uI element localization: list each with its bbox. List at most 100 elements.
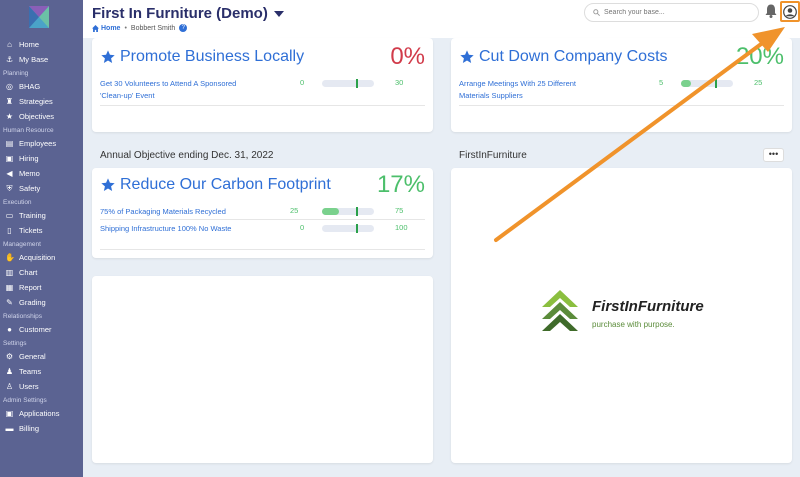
search-box[interactable]: [584, 3, 759, 22]
sidebar-item-label: Home: [19, 40, 40, 49]
search-input[interactable]: [604, 9, 754, 16]
key-result-row[interactable]: Get 30 Volunteers to Attend A Sponsored …: [100, 78, 425, 106]
help-icon[interactable]: ?: [179, 24, 188, 32]
chalkboard-icon: ▭: [5, 211, 14, 220]
sidebar-section-label: Execution: [3, 198, 32, 206]
objective-card-promote: Promote Business Locally 0% Get 30 Volun…: [92, 38, 433, 132]
sidebar-item-label: Billing: [19, 424, 40, 433]
sidebar: ⌂ Home ⚓ My Base Planning ◎ BHAG ♜ Strategies ★ Ob…: [0, 0, 83, 477]
top-header: First In Furniture (Demo) Home • Bobbert…: [83, 0, 800, 38]
key-result-progress-bar: [322, 79, 374, 88]
sidebar-item-grading[interactable]: ✎ Grading: [0, 295, 83, 310]
sidebar-section-label: Relationships: [3, 312, 43, 320]
sidebar-item-label: Chart: [19, 268, 38, 277]
key-result-row[interactable]: Arrange Meetings With 25 Different Mater…: [459, 78, 784, 106]
team-icon: ♟: [5, 367, 14, 376]
sidebar-item-hiring[interactable]: ▣ Hiring: [0, 151, 83, 166]
shield-icon: ⛨: [6, 184, 13, 193]
objective-card-carbon: Reduce Our Carbon Footprint 17% 75% of P…: [92, 168, 433, 258]
key-result-start: 0: [300, 78, 305, 87]
objective-title[interactable]: Cut Down Company Costs: [459, 48, 668, 66]
document-icon: ▯: [7, 226, 12, 235]
sidebar-nav: ⌂ Home ⚓ My Base Planning ◎ BHAG ♜ Strategies ★ Ob…: [0, 37, 83, 436]
key-result-row[interactable]: 75% of Packaging Materials Recycled 25 7…: [100, 206, 425, 220]
sidebar-item-label: Hiring: [19, 154, 39, 163]
sidebar-item-label: Objectives: [19, 112, 55, 121]
progress-fill: [681, 80, 692, 87]
progress-fill: [322, 208, 340, 215]
id-card-icon: ▤: [5, 139, 14, 148]
key-result-label[interactable]: Arrange Meetings With 25 Different Mater…: [459, 78, 599, 102]
report-icon: ▦: [5, 283, 14, 292]
sidebar-item-users[interactable]: ♙ Users: [0, 379, 83, 394]
key-result-label[interactable]: Get 30 Volunteers to Attend A Sponsored …: [100, 78, 240, 102]
sidebar-section-label: Admin Settings: [3, 396, 47, 404]
sidebar-item-customer[interactable]: ● Customer: [0, 322, 83, 337]
key-result-row[interactable]: Shipping Infrastructure 100% No Waste 0 …: [100, 223, 425, 250]
objective-title-text: Promote Business Locally: [120, 48, 305, 65]
key-result-progress-bar: [322, 207, 374, 216]
brand-name: FirstInFurniture: [592, 298, 704, 315]
key-result-label[interactable]: 75% of Packaging Materials Recycled: [100, 206, 290, 218]
brand-logo-icon: [542, 290, 578, 331]
sidebar-item-teams[interactable]: ♟ Teams: [0, 364, 83, 379]
comment-icon: ●: [7, 325, 12, 334]
star-icon: [460, 50, 474, 63]
sidebar-section-label: Planning: [3, 69, 29, 77]
sidebar-item-tickets[interactable]: ▯ Tickets: [0, 223, 83, 238]
chevron-down-icon[interactable]: [273, 10, 284, 17]
objective-title-text: Reduce Our Carbon Footprint: [120, 176, 331, 193]
key-result-target: 100: [395, 223, 408, 232]
clipboard-icon: ▥: [5, 268, 14, 277]
objective-percent: 20%: [735, 43, 784, 70]
sidebar-item-label: Report: [19, 283, 42, 292]
sidebar-item-training[interactable]: ▭ Training: [0, 208, 83, 223]
sidebar-item-report[interactable]: ▦ Report: [0, 280, 83, 295]
progress-marker: [356, 224, 358, 233]
sidebar-item-label: Tickets: [19, 226, 43, 235]
sidebar-item-bhag[interactable]: ◎ BHAG: [0, 79, 83, 94]
sidebar-item-label: Memo: [19, 169, 40, 178]
sidebar-item-strategies[interactable]: ♜ Strategies: [0, 94, 83, 109]
objective-percent: 17%: [376, 171, 425, 198]
sidebar-item-label: Safety: [19, 184, 41, 193]
sidebar-section-label: Management: [3, 240, 41, 248]
objective-percent: 0%: [390, 43, 425, 70]
sidebar-item-home[interactable]: ⌂ Home: [0, 37, 83, 52]
breadcrumb-home-link[interactable]: Home: [101, 25, 120, 32]
app-logo-icon[interactable]: [29, 6, 49, 28]
bell-icon[interactable]: [765, 4, 777, 18]
sidebar-item-general[interactable]: ⚙ General: [0, 349, 83, 364]
user-avatar-button[interactable]: [780, 1, 800, 22]
objective-title[interactable]: Reduce Our Carbon Footprint: [100, 176, 331, 194]
objective-title[interactable]: Promote Business Locally: [100, 48, 304, 66]
sidebar-item-billing[interactable]: ▬ Billing: [0, 421, 83, 436]
sidebar-item-label: BHAG: [19, 82, 41, 91]
sidebar-item-label: Grading: [19, 298, 46, 307]
sidebar-item-safety[interactable]: ⛨ Safety: [0, 181, 83, 196]
key-result-label[interactable]: Shipping Infrastructure 100% No Waste: [100, 223, 240, 235]
sidebar-item-label: General: [19, 352, 46, 361]
more-options-button[interactable]: •••: [763, 148, 784, 162]
pen-icon: ✎: [6, 298, 13, 307]
sidebar-item-chart[interactable]: ▥ Chart: [0, 265, 83, 280]
objective-card-costs: Cut Down Company Costs 20% Arrange Meeti…: [451, 38, 792, 132]
annual-objective-label: Annual Objective ending Dec. 31, 2022: [100, 150, 274, 161]
sidebar-item-objectives[interactable]: ★ Objectives: [0, 109, 83, 124]
home-icon: ⌂: [7, 40, 12, 49]
sidebar-item-applications[interactable]: ▣ Applications: [0, 406, 83, 421]
sidebar-item-label: Acquisition: [19, 253, 56, 262]
sidebar-item-my-base[interactable]: ⚓ My Base: [0, 52, 83, 67]
user-avatar-icon: [783, 4, 797, 19]
page-title[interactable]: First In Furniture (Demo): [92, 5, 284, 22]
search-icon: [593, 9, 600, 16]
company-card-title: FirstInFurniture: [459, 150, 527, 161]
sidebar-item-acquisition[interactable]: ✋ Acquisition: [0, 250, 83, 265]
sidebar-item-label: Employees: [19, 139, 57, 148]
sidebar-item-memo[interactable]: ◀ Memo: [0, 166, 83, 181]
objective-card-empty: [92, 276, 433, 463]
sidebar-item-employees[interactable]: ▤ Employees: [0, 136, 83, 151]
sidebar-item-label: Customer: [19, 325, 52, 334]
chess-icon: ♜: [5, 97, 14, 106]
gear-icon: ⚙: [5, 352, 14, 361]
